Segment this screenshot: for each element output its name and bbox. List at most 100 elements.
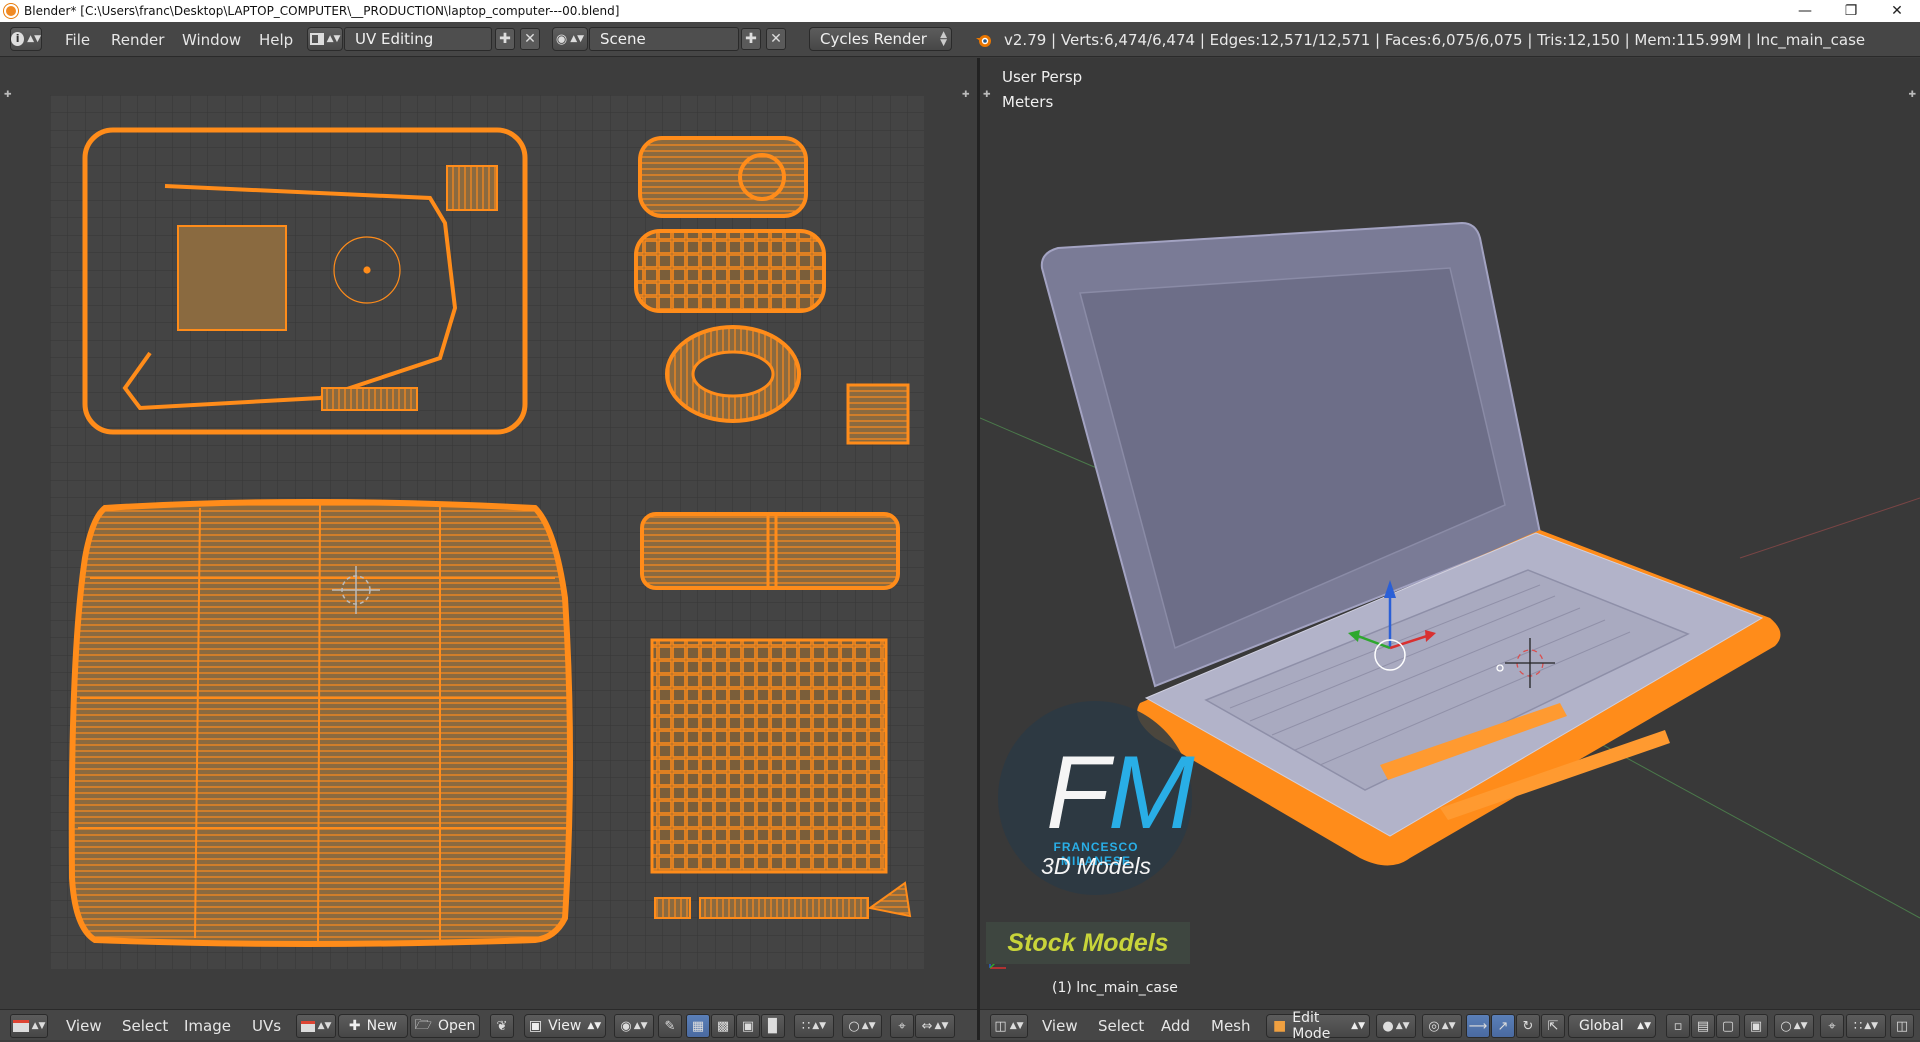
manipulator-toggle-icon[interactable]: ⟶ [1466,1014,1490,1038]
restore-icon[interactable]: ❐ [1828,0,1874,22]
uv-menu-uvs[interactable]: UVs [252,1010,281,1041]
viewport-menu-mesh[interactable]: Mesh [1211,1010,1251,1041]
watermark-stock-badge: Stock Models [986,922,1190,964]
menu-window[interactable]: Window [182,22,241,57]
uv-island-vent-panel [634,229,826,313]
scene-statistics: v2.79 | Verts:6,474/6,474 | Edges:12,571… [1004,30,1866,49]
watermark-letter-f: F [1046,735,1115,851]
snap-element-select-3d[interactable]: ∷ ▲▼ [1846,1014,1886,1038]
view-mode-icon: ▣ [528,1018,543,1034]
interaction-mode-label: Edit Mode [1292,1010,1331,1042]
add-screen-plus-icon[interactable]: ✚ [495,28,515,50]
pivot-icon: ◉ [620,1018,632,1034]
editor-type-image-button[interactable]: ▲▼ [10,1014,48,1038]
edge-select-mode-icon[interactable]: ▤ [1691,1014,1715,1038]
limit-selection-visible-icon[interactable]: ▣ [1744,1014,1768,1038]
3d-viewport[interactable]: ✚ ✚ User Persp Meters F M FRANCESCO MILA… [980,58,1920,1009]
menu-file[interactable]: File [65,22,90,57]
translate-manipulator-icon[interactable]: ↗ [1491,1014,1515,1038]
image-browse-button[interactable]: ▲▼ [296,1014,336,1038]
image-editor-icon [12,1020,29,1032]
uv-editor-header: ▲▼ View Select Image UVs ▲▼ ✚ New 🗁 Open… [0,1009,977,1040]
snap-target-icon: ⇔ [921,1018,933,1034]
opengl-render-icon[interactable]: ◫ [1890,1014,1914,1038]
vertex-select-mode-icon[interactable]: ▫ [1666,1014,1690,1038]
blender-logo-icon [976,35,991,47]
pin-image-icon[interactable]: ❦ [490,1014,514,1038]
uv-vertex-select-icon[interactable]: ▩ [711,1014,735,1038]
face-select-mode-icon[interactable]: ▢ [1716,1014,1740,1038]
uv-island-ring [665,325,801,423]
folder-icon: 🗁 [414,1017,432,1033]
snap-icon: ∷ [801,1018,811,1034]
close-icon[interactable]: ✕ [1874,0,1920,22]
solid-shading-icon: ● [1382,1018,1394,1034]
uv-snap-target-select[interactable]: ⇔ ▲▼ [915,1014,955,1038]
scene-icon: ◉ [555,31,568,47]
delete-screen-x-icon[interactable]: ✕ [520,28,540,50]
scale-manipulator-icon[interactable]: ⇱ [1541,1014,1565,1038]
uv-canvas[interactable] [0,58,977,1009]
transform-orientation-label: Global [1579,1018,1624,1034]
snap-magnet-icon[interactable]: ⌖ [1820,1014,1844,1038]
uv-menu-select[interactable]: Select [122,1010,168,1041]
uv-image-editor[interactable]: ✚ ✚ [0,58,977,1009]
layout-grid-icon [309,33,324,45]
editor-type-3d-button[interactable]: ◫ ▲▼ [990,1014,1028,1038]
snap-element-select[interactable]: ∷ ▲▼ [794,1014,834,1038]
new-image-label: New [366,1018,398,1034]
viewport-shading-select[interactable]: ● ▲▼ [1376,1014,1416,1038]
proportional-edit-icon: ○ [1780,1018,1792,1034]
editor-type-info-button[interactable]: i ▲▼ [10,27,42,51]
viewport-menu-add[interactable]: Add [1161,1010,1190,1041]
uv-menu-image[interactable]: Image [184,1010,231,1041]
proportional-edit-select[interactable]: ○ ▲▼ [842,1014,882,1038]
uv-sync-selection-icon[interactable]: ▦ [686,1014,710,1038]
viewport-header: ◫ ▲▼ View Select Add Mesh ■ Edit Mode ▲▼… [980,1009,1920,1042]
screen-layout-field[interactable]: UV Editing [344,27,492,51]
proportional-edit-select-3d[interactable]: ○ ▲▼ [1774,1014,1814,1038]
image-browse-icon [300,1020,315,1032]
viewport-menu-view[interactable]: View [1042,1010,1078,1041]
uv-island-port-panel [638,136,808,218]
interaction-mode-select[interactable]: ■ Edit Mode ▲▼ [1266,1010,1370,1042]
menu-render[interactable]: Render [111,22,164,57]
watermark-subtitle: 3D Models [1041,853,1151,879]
pivot-median-icon: ◎ [1428,1018,1440,1034]
uv-island-hinge-bar [640,512,900,590]
open-image-button[interactable]: 🗁 Open [410,1014,480,1038]
3d-view-cube-icon: ◫ [994,1018,1007,1034]
uv-island-base-case [68,499,573,947]
uv-edge-select-icon[interactable]: ▣ [736,1014,760,1038]
sticky-select-icon[interactable]: ✎ [658,1014,682,1038]
render-engine-select[interactable]: Cycles Render ▲ ▼ [809,27,952,51]
uv-island-keyboard-keys [650,638,888,874]
uv-menu-view[interactable]: View [66,1010,102,1041]
scene-field[interactable]: Scene [589,27,739,51]
transform-orientation-select[interactable]: Global ▲▼ [1568,1014,1656,1038]
info-icon: i [11,32,25,46]
add-scene-plus-icon[interactable]: ✚ [741,28,761,50]
rotate-manipulator-icon[interactable]: ↻ [1516,1014,1540,1038]
uv-island-small-strip-a [654,897,691,919]
view-mode-select[interactable]: ▣ View ▲▼ [524,1014,606,1038]
scene-selector-button[interactable]: ◉ ▲▼ [552,27,588,51]
uv-island-strip [321,387,418,411]
window-title-bar: Blender* [C:\Users\franc\Desktop\LAPTOP_… [0,0,1920,22]
edit-mode-icon: ■ [1273,1018,1287,1034]
pivot-point-select[interactable]: ◉ ▲▼ [614,1014,654,1038]
menu-help[interactable]: Help [259,22,293,57]
uv-face-select-icon[interactable]: ▉ [761,1014,785,1038]
window-title: Blender* [C:\Users\franc\Desktop\LAPTOP_… [24,4,620,18]
dropdown-arrows-icon: ▲ ▼ [940,30,947,48]
viewport-menu-select[interactable]: Select [1098,1010,1144,1041]
uv-island-long-strip [699,897,869,919]
delete-scene-x-icon[interactable]: ✕ [766,28,786,50]
uv-island-hinge-block [846,383,910,445]
screen-layout-selector-button[interactable]: ▲▼ [307,27,343,51]
minimize-icon[interactable]: — [1782,0,1828,22]
uv-island-small-block [446,165,498,211]
new-image-button[interactable]: ✚ New [338,1014,408,1038]
pivot-point-select-3d[interactable]: ◎ ▲▼ [1422,1014,1462,1038]
magnet-snap-icon[interactable]: ⌖ [890,1014,914,1038]
